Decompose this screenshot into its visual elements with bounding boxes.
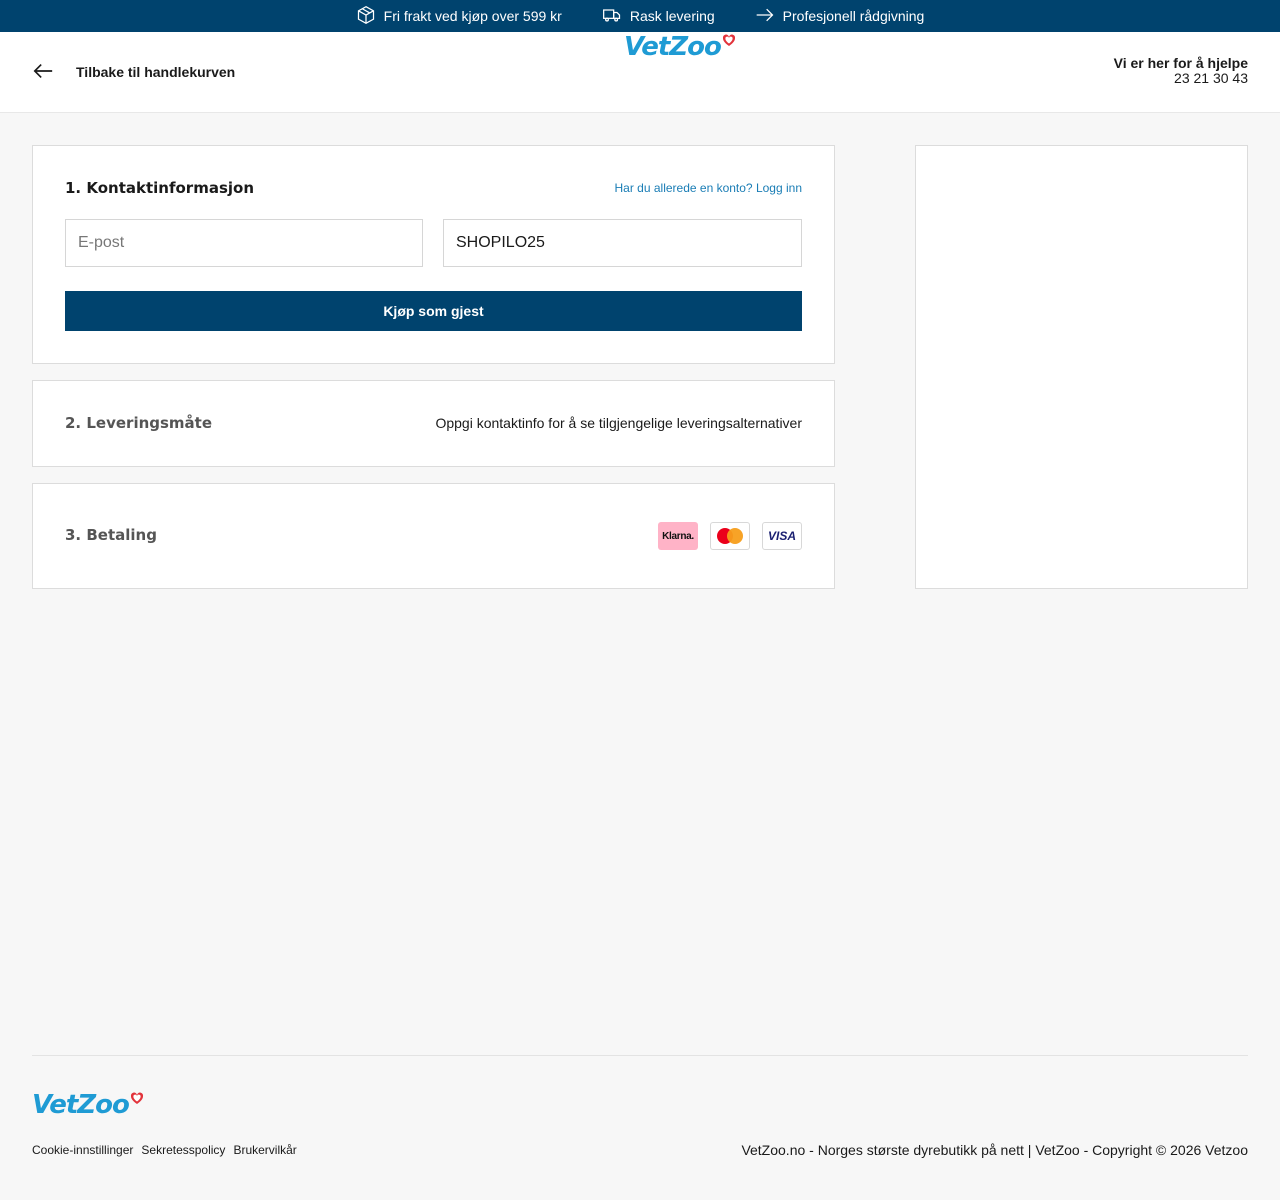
back-label: Tilbake til handlekurven [76,64,236,80]
payment-methods: Klarna. VISA [658,522,802,550]
visa-icon: VISA [762,522,802,550]
usp-label: Fri frakt ved kjøp over 599 kr [383,8,562,24]
section-title: 1. Kontaktinformasjon [65,179,254,197]
arrow-right-icon [755,5,775,28]
buy-as-guest-button[interactable]: Kjøp som gjest [65,291,802,331]
checkout-header: Tilbake til handlekurven VetZoo Vi er he… [0,32,1280,113]
order-summary-panel [915,145,1248,589]
login-link[interactable]: Har du allerede en konto? Logg inn [615,181,802,195]
mastercard-icon [710,522,750,550]
back-to-cart-link[interactable]: Tilbake til handlekurven [32,32,235,112]
heart-icon [722,34,735,46]
terms-link[interactable]: Brukervilkår [233,1143,296,1157]
footer-logo[interactable]: VetZoo [32,1090,144,1120]
help-title: Vi er her for å hjelpe [1113,55,1248,71]
discount-code-input[interactable] [443,219,802,267]
footer-links: Cookie-innstillinger Sekretesspolicy Bru… [32,1143,297,1157]
usp-fast-delivery: Rask levering [602,5,715,28]
delivery-info: Oppgi kontaktinfo for å se tilgjengelige… [435,415,802,431]
usp-advice: Profesjonell rådgivning [755,5,925,28]
logo-text: VetZoo [32,1090,130,1120]
usp-label: Rask levering [629,8,715,24]
footer-divider [32,1055,1248,1056]
usp-bar: Fri frakt ved kjøp over 599 kr Rask leve… [0,0,1280,32]
help-contact: Vi er her for å hjelpe 23 21 30 43 [1114,56,1248,86]
section-title: 3. Betaling [65,526,157,544]
help-phone[interactable]: 23 21 30 43 [1114,71,1248,86]
email-input[interactable] [65,219,423,267]
section-title: 2. Leveringsmåte [65,414,213,432]
usp-free-shipping: Fri frakt ved kjøp over 599 kr [356,5,562,28]
cookie-settings-link[interactable]: Cookie-innstillinger [32,1143,133,1157]
package-icon [356,5,376,28]
privacy-policy-link[interactable]: Sekretesspolicy [141,1143,225,1157]
truck-icon [602,5,622,28]
logo-text: VetZoo [624,32,722,62]
heart-icon [130,1092,143,1104]
klarna-icon: Klarna. [658,522,698,550]
delivery-section: 2. Leveringsmåte Oppgi kontaktinfo for å… [32,380,835,467]
arrow-left-icon [32,60,54,85]
vetzoo-logo[interactable]: VetZoo [624,32,736,62]
payment-section: 3. Betaling Klarna. VISA [32,483,835,589]
usp-label: Profesjonell rådgivning [782,8,925,24]
copyright-text: VetZoo.no - Norges største dyrebutikk på… [741,1142,1248,1158]
contact-info-section: 1. Kontaktinformasjon Har du allerede en… [32,145,835,364]
